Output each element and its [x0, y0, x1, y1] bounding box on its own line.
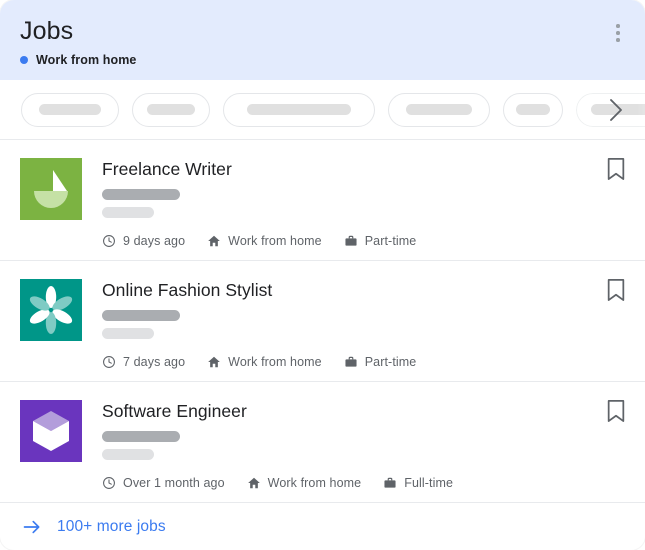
briefcase-icon: [345, 356, 357, 367]
job-posted-label: Over 1 month ago: [123, 476, 225, 490]
flower-logo: [20, 279, 82, 341]
job-posted-meta: 7 days ago: [102, 355, 185, 369]
job-meta-row: 9 days ago Work from home Part-time: [102, 234, 625, 248]
job-details: Online Fashion Stylist 7 days ago Work f…: [82, 278, 625, 381]
company-placeholder-bar: [102, 431, 180, 442]
chip-placeholder-bar: [39, 104, 101, 115]
more-jobs-label: 100+ more jobs: [57, 518, 166, 535]
job-type-meta: Part-time: [344, 234, 417, 248]
job-posted-label: 7 days ago: [123, 355, 186, 369]
cube-logo: [20, 400, 82, 462]
bookmark-icon[interactable]: [605, 278, 627, 302]
job-title: Software Engineer: [102, 401, 247, 421]
home-icon: [208, 356, 221, 368]
job-details: Software Engineer Over 1 month ago Work …: [82, 399, 625, 502]
job-type-meta: Full-time: [383, 476, 453, 490]
briefcase-icon: [384, 477, 396, 488]
arrow-right-icon: [23, 520, 40, 534]
job-posted-meta: 9 days ago: [102, 234, 185, 248]
kebab-dot: [616, 31, 620, 35]
home-icon: [247, 477, 260, 489]
bookmark-icon[interactable]: [605, 399, 627, 423]
job-type-meta: Part-time: [344, 355, 417, 369]
job-meta-row: 7 days ago Work from home Part-time: [102, 355, 625, 369]
job-location-meta: Work from home: [207, 355, 322, 369]
sailboat-logo: [20, 158, 82, 220]
card-header: Jobs Work from home: [0, 0, 645, 80]
filter-chip[interactable]: [223, 92, 375, 127]
kebab-dot: [616, 38, 620, 42]
kebab-dot: [616, 24, 620, 28]
job-list-item[interactable]: Freelance Writer 9 days ago Work from ho…: [0, 140, 645, 261]
job-details: Freelance Writer 9 days ago Work from ho…: [82, 157, 625, 260]
home-icon: [208, 235, 221, 247]
job-title: Online Fashion Stylist: [102, 280, 273, 300]
job-posted-label: 9 days ago: [123, 234, 186, 248]
filter-chip[interactable]: [132, 92, 210, 127]
location-placeholder-bar: [102, 328, 154, 339]
job-type-label: Full-time: [404, 476, 454, 490]
filter-chip[interactable]: [21, 92, 119, 127]
location-placeholder-bar: [102, 449, 154, 460]
page-title: Jobs: [20, 17, 74, 45]
kebab-menu-icon[interactable]: [605, 18, 631, 48]
job-location-meta: Work from home: [247, 476, 362, 490]
job-type-label: Part-time: [364, 355, 417, 369]
chip-placeholder-bar: [247, 104, 351, 115]
clock-icon: [103, 356, 115, 368]
chip-placeholder-bar: [406, 104, 472, 115]
job-posted-meta: Over 1 month ago: [102, 476, 225, 490]
clock-icon: [103, 235, 115, 247]
job-list-item[interactable]: Software Engineer Over 1 month ago Work …: [0, 382, 645, 503]
header-subtitle-label: Work from home: [36, 53, 137, 67]
filter-chips-row: [0, 80, 645, 140]
header-subtitle: Work from home: [20, 53, 625, 67]
more-jobs-button[interactable]: 100+ more jobs: [0, 503, 645, 550]
status-dot-icon: [20, 56, 28, 64]
job-location-label: Work from home: [228, 234, 322, 248]
chevron-right-icon[interactable]: [599, 80, 633, 139]
company-placeholder-bar: [102, 189, 180, 200]
job-list-item[interactable]: Online Fashion Stylist 7 days ago Work f…: [0, 261, 645, 382]
jobs-card: Jobs Work from home Freelance Writer 9 d…: [0, 0, 645, 550]
job-location-meta: Work from home: [207, 234, 322, 248]
briefcase-icon: [345, 235, 357, 246]
job-location-label: Work from home: [228, 355, 322, 369]
chip-placeholder-bar: [147, 104, 195, 115]
job-title: Freelance Writer: [102, 159, 232, 179]
company-placeholder-bar: [102, 310, 180, 321]
bookmark-icon[interactable]: [605, 157, 627, 181]
job-type-label: Part-time: [364, 234, 417, 248]
location-placeholder-bar: [102, 207, 154, 218]
job-location-label: Work from home: [267, 476, 362, 490]
filter-chip[interactable]: [503, 92, 563, 127]
clock-icon: [103, 477, 115, 489]
filter-chip[interactable]: [388, 92, 490, 127]
chip-placeholder-bar: [516, 104, 550, 115]
job-meta-row: Over 1 month ago Work from home Full-tim…: [102, 476, 625, 490]
